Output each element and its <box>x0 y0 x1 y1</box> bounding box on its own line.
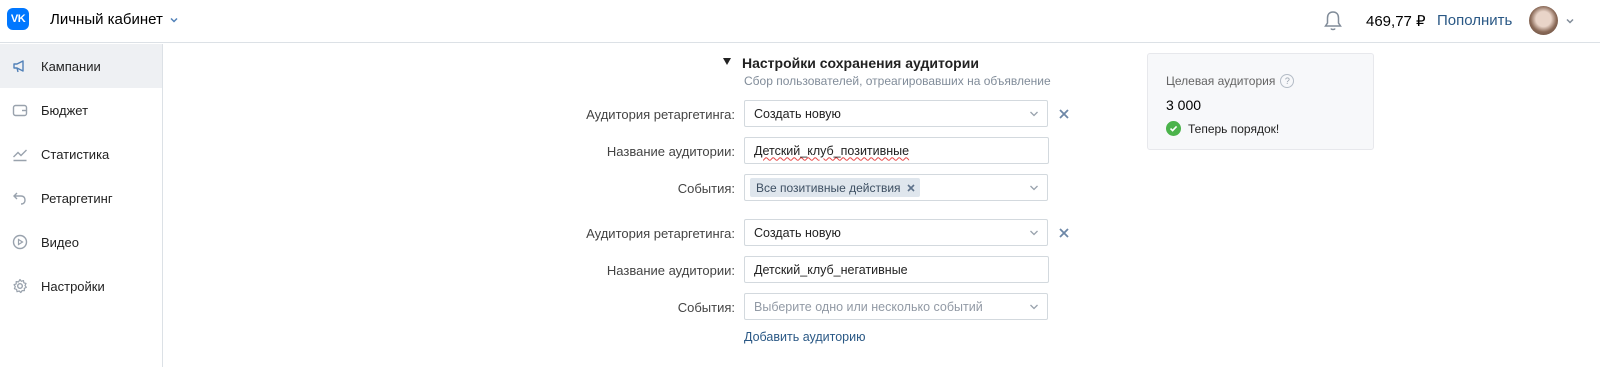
chevron-down-icon[interactable] <box>1565 16 1575 26</box>
add-audience-link[interactable]: Добавить аудиторию <box>744 330 865 344</box>
audience-status: Теперь порядок! <box>1166 121 1279 136</box>
check-circle-icon <box>1166 121 1181 136</box>
play-icon <box>11 233 29 251</box>
cabinet-switcher[interactable]: Личный кабинет <box>50 11 179 28</box>
audience-name-input[interactable]: Детский_клуб_негативные <box>744 256 1049 283</box>
retarget-select-value: Создать новую <box>754 106 841 121</box>
topup-link[interactable]: Пополнить <box>1437 12 1512 29</box>
sidebar-item-video[interactable]: Видео <box>0 220 162 264</box>
events-label: События: <box>677 300 735 315</box>
card-title: Целевая аудитория ? <box>1166 74 1295 88</box>
cabinet-label: Личный кабинет <box>50 11 163 28</box>
retarget-select[interactable]: Создать новую <box>744 100 1048 127</box>
sidebar-item-campaigns[interactable]: Кампании <box>0 44 162 88</box>
gear-icon <box>11 277 29 295</box>
avatar[interactable] <box>1529 6 1558 35</box>
sidebar-item-label: Настройки <box>41 278 105 294</box>
sidebar-item-label: Кампании <box>41 58 101 74</box>
event-tag: Все позитивные действия <box>750 178 920 197</box>
audience-name-value: Детский_клуб_позитивные <box>754 143 910 158</box>
chevron-down-icon <box>1030 304 1038 310</box>
help-icon[interactable]: ? <box>1280 74 1295 88</box>
remove-audience-icon[interactable] <box>1058 227 1070 239</box>
sidebar-item-settings[interactable]: Настройки <box>0 264 162 308</box>
remove-audience-icon[interactable] <box>1058 108 1070 120</box>
sidebar-item-label: Видео <box>41 234 79 250</box>
retarget-select-value: Создать новую <box>754 225 841 240</box>
sidebar-item-statistics[interactable]: Статистика <box>0 132 162 176</box>
section-subtitle: Сбор пользователей, отреагировавших на о… <box>744 74 1051 88</box>
retarget-label: Аудитория ретаргетинга: <box>586 107 735 122</box>
target-audience-card: Целевая аудитория ? 3 000 Теперь порядок… <box>1147 53 1374 150</box>
sidebar-item-label: Статистика <box>41 146 110 162</box>
chevron-down-icon <box>1030 230 1038 236</box>
audience-name-value: Детский_клуб_негативные <box>754 262 908 277</box>
retarget-label: Аудитория ретаргетинга: <box>586 226 735 241</box>
card-title-text: Целевая аудитория <box>1166 74 1276 88</box>
chevron-down-icon <box>1030 185 1038 191</box>
retarget-select[interactable]: Создать новую <box>744 219 1048 246</box>
bell-icon[interactable] <box>1323 10 1343 32</box>
collapse-triangle-icon[interactable] <box>723 58 731 65</box>
chevron-down-icon <box>1030 111 1038 117</box>
undo-arrow-icon <box>11 189 29 207</box>
events-label: События: <box>677 181 735 196</box>
wallet-icon <box>11 101 29 119</box>
chart-icon <box>11 145 29 163</box>
sidebar-item-budget[interactable]: Бюджет <box>0 88 162 132</box>
chevron-down-icon <box>170 17 178 23</box>
events-multiselect[interactable]: Все позитивные действия <box>744 174 1048 201</box>
event-tag-label: Все позитивные действия <box>756 180 901 195</box>
events-multiselect[interactable]: Выберите одно или несколько событий <box>744 293 1048 320</box>
megaphone-icon <box>11 57 29 75</box>
section-title[interactable]: Настройки сохранения аудитории <box>742 55 979 71</box>
top-bar: VK Личный кабинет 469,77 ₽ Пополнить <box>0 0 1600 43</box>
events-placeholder: Выберите одно или несколько событий <box>754 299 983 314</box>
sidebar: Кампании Бюджет Статистика Ретаргетинг В… <box>0 44 163 367</box>
audience-name-label: Название аудитории: <box>606 144 735 159</box>
sidebar-item-retargeting[interactable]: Ретаргетинг <box>0 176 162 220</box>
audience-name-label: Название аудитории: <box>606 263 735 278</box>
vk-logo[interactable]: VK <box>7 8 29 30</box>
balance-value: 469,77 ₽ <box>1366 13 1426 30</box>
sidebar-item-label: Ретаргетинг <box>41 190 113 206</box>
tag-remove-icon[interactable] <box>906 183 916 193</box>
sidebar-item-label: Бюджет <box>41 102 89 118</box>
audience-status-text: Теперь порядок! <box>1188 121 1280 136</box>
audience-name-input[interactable]: Детский_клуб_позитивные <box>744 137 1049 164</box>
audience-size-value: 3 000 <box>1166 97 1202 113</box>
